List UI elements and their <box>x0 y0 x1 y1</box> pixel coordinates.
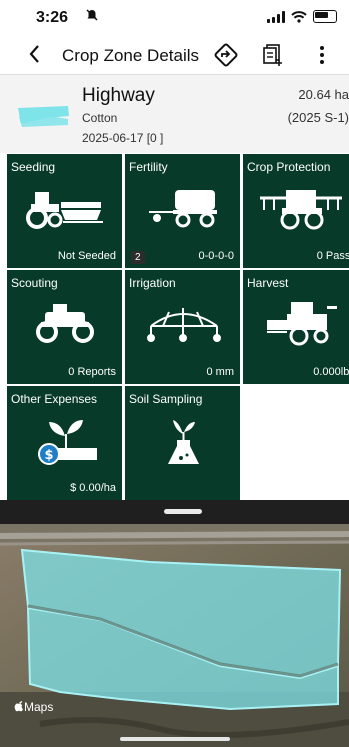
battery-icon <box>313 10 337 23</box>
sprayer-icon <box>243 182 349 236</box>
maps-attribution: Maps <box>14 700 53 714</box>
atv-icon <box>7 298 122 352</box>
tile-badge: 2 <box>131 251 145 264</box>
status-time: 3:26 <box>36 9 69 26</box>
home-indicator <box>120 737 230 741</box>
zone-area: 20.64 ha <box>298 87 349 102</box>
operation-tiles: Seeding Not Seeded Fertility 2 0-0-0-0 C… <box>7 154 349 500</box>
apple-logo-icon <box>14 701 23 712</box>
tile-other-expenses[interactable]: Other Expenses $ $ 0.00/ha <box>7 386 122 500</box>
tractor-seeder-icon <box>7 182 122 236</box>
tile-harvest[interactable]: Harvest 0.000lb/ac <box>243 270 349 384</box>
tile-value: 0-0-0-0 <box>198 250 234 262</box>
tile-soil-sampling[interactable]: Soil Sampling <box>125 386 240 500</box>
tile-title: Crop Protection <box>247 160 331 174</box>
add-note-icon[interactable] <box>261 42 287 68</box>
maps-label: Maps <box>24 700 54 714</box>
tile-seeding[interactable]: Seeding Not Seeded <box>7 154 122 268</box>
svg-text:$: $ <box>44 448 53 463</box>
tile-title: Fertility <box>129 160 168 174</box>
tile-value: 0 Reports <box>68 366 116 378</box>
fertilizer-cart-icon <box>125 182 240 236</box>
tile-value: 0 mm <box>206 366 235 378</box>
bell-slash-icon <box>86 9 98 24</box>
signal-icon <box>267 10 285 23</box>
tile-title: Harvest <box>247 276 289 290</box>
tile-fertility[interactable]: Fertility 2 0-0-0-0 <box>125 154 240 268</box>
tile-title: Other Expenses <box>11 392 98 406</box>
tile-title: Seeding <box>11 160 56 174</box>
bottom-sheet-bar[interactable] <box>0 500 349 524</box>
zone-season: (2025 S-1) <box>287 110 349 125</box>
page-title: Crop Zone Details <box>62 46 200 65</box>
tile-value: 0 Passes <box>316 250 349 262</box>
zone-date: 2025-06-17 [0 ] <box>82 131 164 145</box>
tile-irrigation[interactable]: Irrigation 0 mm <box>125 270 240 384</box>
zone-name: Highway <box>82 85 155 106</box>
pivot-irrigation-icon <box>125 298 240 352</box>
wifi-icon <box>291 10 307 23</box>
status-bar: 3:26 <box>0 0 349 36</box>
drag-handle[interactable] <box>164 509 202 514</box>
tile-value: $ 0.00/ha <box>70 482 116 494</box>
directions-icon[interactable] <box>213 42 239 68</box>
status-indicators <box>267 10 337 23</box>
tile-title: Irrigation <box>129 276 176 290</box>
flask-plant-icon <box>125 414 240 468</box>
tile-value: Not Seeded <box>57 250 116 262</box>
field-shape-icon <box>18 106 69 127</box>
combine-harvester-icon <box>243 298 349 352</box>
tile-value: 0.000lb/ac <box>313 366 349 378</box>
tile-crop-protection[interactable]: Crop Protection 0 Passes <box>243 154 349 268</box>
nav-bar: Crop Zone Details <box>0 36 349 74</box>
crop-zone-header: Highway Cotton 2025-06-17 [0 ] 20.64 ha … <box>0 74 349 153</box>
tile-title: Scouting <box>11 276 58 290</box>
tile-title: Soil Sampling <box>129 392 203 406</box>
more-vertical-icon[interactable] <box>309 42 335 68</box>
zone-crop: Cotton <box>82 111 118 125</box>
tile-scouting[interactable]: Scouting 0 Reports <box>7 270 122 384</box>
money-plant-icon: $ <box>7 414 122 468</box>
chevron-left-icon[interactable] <box>28 44 40 67</box>
